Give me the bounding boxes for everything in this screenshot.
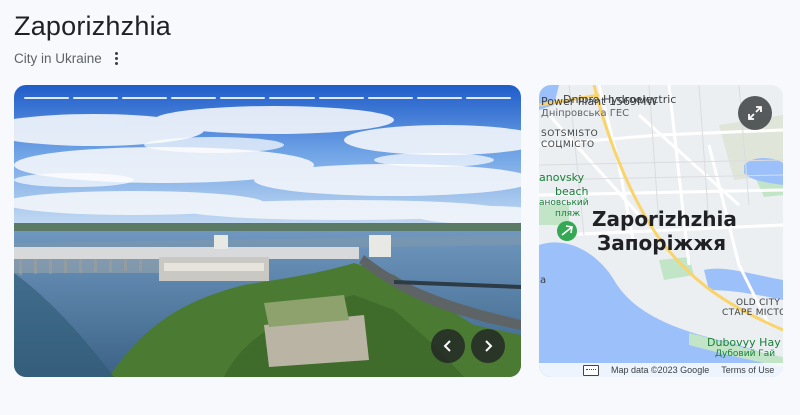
expand-map-button[interactable] xyxy=(738,96,772,130)
map-city-label-uk: Запоріжжя xyxy=(597,231,727,255)
terms-of-use-link[interactable]: Terms of Use xyxy=(721,365,774,375)
map-label: СОЦМІСТО xyxy=(541,140,595,150)
photo-carousel[interactable] xyxy=(14,85,521,377)
progress-segment xyxy=(416,97,462,99)
chevron-right-icon xyxy=(485,340,493,352)
keyboard-icon[interactable] xyxy=(583,364,599,376)
previous-photo-button[interactable] xyxy=(431,329,465,363)
subtitle: City in Ukraine xyxy=(14,50,102,66)
progress-segment xyxy=(122,97,168,99)
map-label: Дніпровська ГЕС xyxy=(541,108,630,119)
map-data-attribution: Map data ©2023 Google xyxy=(611,365,710,375)
chevron-left-icon xyxy=(443,340,451,352)
expand-icon xyxy=(748,106,762,120)
next-photo-button[interactable] xyxy=(471,329,505,363)
map-preview[interactable]: Dnipro Hydroelectric Power Plant 1569MW … xyxy=(539,85,783,377)
map-label: a xyxy=(540,275,547,286)
page-title: Zaporizhzhia xyxy=(14,11,171,41)
progress-segment xyxy=(465,97,511,99)
map-label: anovsky xyxy=(539,171,585,184)
map-label: OLD CITY xyxy=(736,298,781,308)
subtitle-row: City in Ukraine xyxy=(14,49,124,67)
more-options-icon[interactable] xyxy=(110,49,124,67)
map-label: SOTSMISTO xyxy=(541,129,599,139)
map-attribution-bar: Map data ©2023 Google Terms of Use xyxy=(539,363,783,377)
map-label: Dubovyy Hay xyxy=(707,336,781,349)
progress-segment xyxy=(367,97,413,99)
progress-segment xyxy=(24,97,70,99)
carousel-progress xyxy=(24,97,511,99)
map-label: beach xyxy=(555,185,589,198)
progress-segment xyxy=(171,97,217,99)
map-label: СТАРЕ МІСТО xyxy=(722,308,783,318)
map-label: Дубовий Гай xyxy=(715,349,776,359)
map-label: пляж xyxy=(555,209,581,219)
progress-segment xyxy=(73,97,119,99)
map-city-label: Zaporizhzhia xyxy=(592,207,737,231)
progress-segment xyxy=(220,97,266,99)
map-label: ановський xyxy=(539,198,589,208)
progress-segment xyxy=(269,97,315,99)
map-label: Power Plant 1569MW xyxy=(541,95,658,108)
progress-segment xyxy=(318,97,364,99)
